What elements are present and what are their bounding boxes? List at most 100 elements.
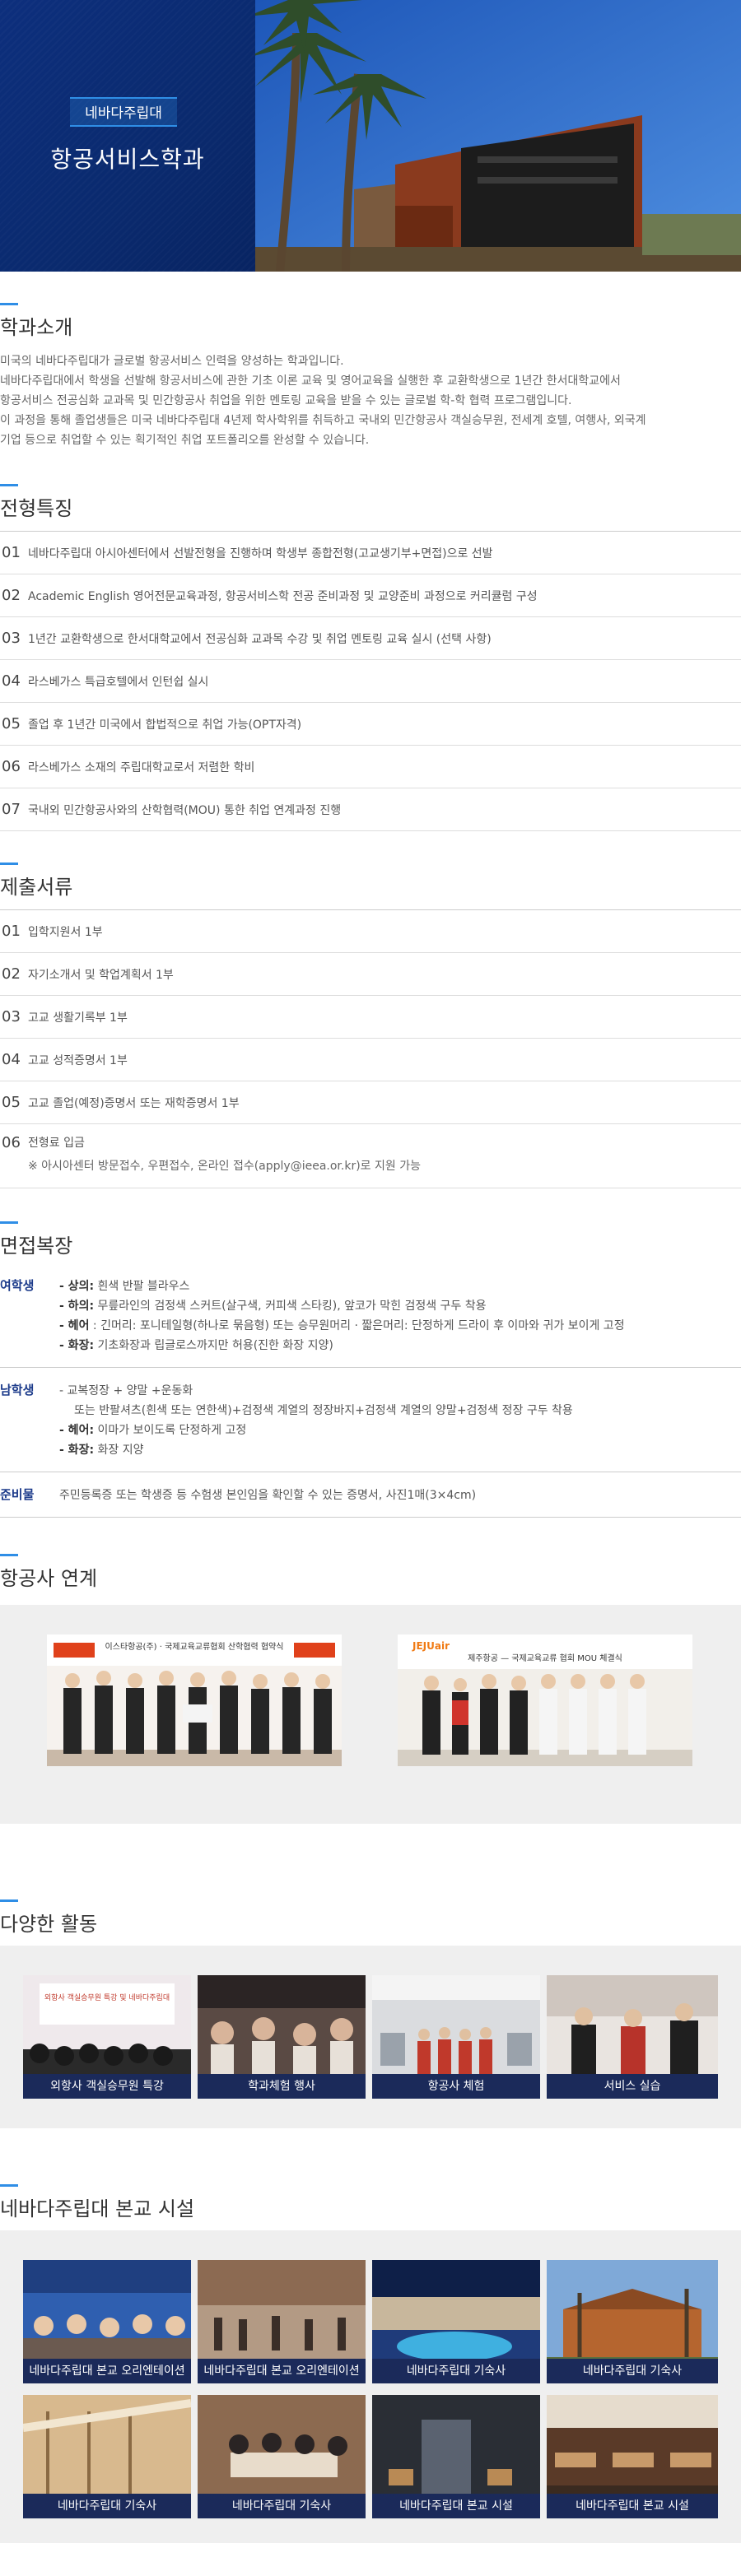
dress-line: - 교복정장 + 양말 +운동화 (59, 1384, 193, 1397)
dress-line: - 헤어 : 긴머리: 포니테일형(하나로 묶음형) 또는 승무원머리 · 짧은… (59, 1319, 625, 1332)
facility-card: 네바다주립대 기숙사 (23, 2395, 191, 2518)
activity-caption: 서비스 실습 (547, 2074, 718, 2099)
intro-section: 학과소개 미국의 네바다주립대가 글로벌 항공서비스 인력을 양성하는 학과입니… (0, 303, 741, 450)
intro-line: 항공서비스 전공심화 교과목 및 민간항공사 취업을 위한 멘토링 교육을 받을… (0, 394, 572, 407)
intro-title: 학과소개 (0, 316, 73, 339)
dress-line: 주민등록증 또는 학생증 등 수험생 본인임을 확인할 수 있는 증명서, 사진… (59, 1489, 477, 1502)
item-number: 03 (2, 1008, 21, 1025)
list-item: 01 입학지원서 1부 (0, 910, 741, 953)
item-number: 05 (2, 1094, 21, 1111)
features-heading: 전형특징 (0, 484, 741, 521)
item-text: 1년간 교환학생으로 한서대학교에서 전공심화 교과목 수강 및 취업 멘토링 … (28, 632, 492, 646)
intro-text: 미국의 네바다주립대가 글로벌 항공서비스 인력을 양성하는 학과입니다. 네바… (0, 351, 741, 450)
activity-card: 서비스 실습 (547, 1975, 718, 2099)
activity-caption: 항공사 체험 (372, 2074, 540, 2099)
list-item: 04 고교 성적증명서 1부 (0, 1039, 741, 1081)
documents-list: 01 입학지원서 1부 02 자기소개서 및 학업계획서 1부 03 고교 생활기록부… (0, 909, 741, 1188)
item-text: 입학지원서 1부 (28, 925, 103, 939)
facility-card: 네바다주립대 본교 시설 (547, 2395, 718, 2518)
item-number: 06 (2, 1134, 21, 1151)
airline-title: 항공사 연계 (0, 1567, 98, 1590)
dress-row-female: 여학생 - 상의: 흰색 반팔 블라우스 - 하의: 무릎라인의 검정색 스커트… (0, 1276, 741, 1368)
facility-card: 네바다주립대 기숙사 (372, 2260, 540, 2383)
intro-line: 미국의 네바다주립대가 글로벌 항공서비스 인력을 양성하는 학과입니다. (0, 355, 344, 368)
intro-line: 네바다주립대에서 학생을 선발해 항공서비스에 관한 기초 이론 교육 및 영어… (0, 374, 621, 388)
dress-label: 여학생 (0, 1278, 35, 1293)
item-note: ※ 아시아센터 방문접수, 우편접수, 온라인 접수(apply@ieea.or… (28, 1160, 421, 1173)
dress-section: 면접복장 여학생 - 상의: 흰색 반팔 블라우스 - 하의: 무릎라인의 검정… (0, 1221, 741, 1531)
list-item: 03 1년간 교환학생으로 한서대학교에서 전공심화 교과목 수강 및 취업 멘토… (0, 617, 741, 660)
list-item: 02 자기소개서 및 학업계획서 1부 (0, 953, 741, 996)
mou-banner-text: 제주항공 — 국제교육교류 협회 MOU 체결식 (468, 1653, 622, 1663)
activity-caption: 외항사 객실승무원 특강 (23, 2074, 191, 2099)
airline-heading: 항공사 연계 (0, 1554, 741, 1591)
mou-photo-eastar: 이스타항공(주) · 국제교육교류협회 산학협력 협약식 (47, 1634, 342, 1766)
documents-heading: 제출서류 (0, 863, 741, 900)
svg-text:외항사 객실승무원 특강 및 네바다주립대: 외항사 객실승무원 특강 및 네바다주립대 (44, 1992, 170, 2002)
hero-title-panel: 네바다주립대 항공서비스학과 (0, 0, 255, 272)
dress-line: - 하의: 무릎라인의 검정색 스커트(살구색, 커피색 스타킹), 앞코가 막… (59, 1300, 487, 1313)
facility-card: 네바다주립대 본교 오리엔테이션 (23, 2260, 191, 2383)
item-number: 06 (2, 758, 21, 775)
facility-card: 네바다주립대 기숙사 (547, 2260, 718, 2383)
hero-title: 항공서비스학과 (50, 146, 205, 173)
list-item: 03 고교 생활기록부 1부 (0, 996, 741, 1039)
dress-line: - 화장: 화장 지양 (59, 1444, 144, 1457)
dress-line: - 상의: 흰색 반팔 블라우스 (59, 1280, 190, 1293)
facility-caption: 네바다주립대 본교 오리엔테이션 (23, 2359, 191, 2383)
intro-line: 기업 등으로 취업할 수 있는 획기적인 취업 포트폴리오를 완성할 수 있습니… (0, 434, 370, 447)
documents-section: 제출서류 01 입학지원서 1부 02 자기소개서 및 학업계획서 1부 03 고교 … (0, 863, 741, 1188)
activities-title: 다양한 활동 (0, 1913, 98, 1936)
list-item: 01 네바다주립대 아시아센터에서 선발전형을 진행하며 학생부 종합전형(고교생… (0, 532, 741, 574)
intro-heading: 학과소개 (0, 303, 741, 340)
dress-row-male: 남학생 - 교복정장 + 양말 +운동화 또는 반팔셔츠(흰색 또는 연한색)+… (0, 1381, 741, 1472)
facility-caption: 네바다주립대 본교 시설 (547, 2494, 718, 2518)
campus-building-photo (255, 0, 741, 272)
item-text: 고교 생활기록부 1부 (28, 1011, 128, 1025)
item-text: 전형료 입금 (28, 1137, 85, 1150)
list-item: 04 라스베가스 특급호텔에서 인턴쉽 실시 (0, 660, 741, 703)
list-item: 07 국내외 민간항공사와의 산학협력(MOU) 통한 취업 연계과정 진행 (0, 788, 741, 831)
list-item: 02 Academic English 영어전문교육과정, 항공서비스학 전공 준… (0, 574, 741, 617)
mou-banner-text: 이스타항공(주) · 국제교육교류협회 산학협력 협약식 (105, 1641, 284, 1652)
facilities-heading: 네바다주립대 본교 시설 (0, 2184, 741, 2221)
item-text: 고교 졸업(예정)증명서 또는 재학증명서 1부 (28, 1096, 240, 1110)
item-number: 02 (2, 587, 21, 604)
item-number: 07 (2, 801, 21, 818)
facilities-section: 네바다주립대 본교 시설 (0, 2184, 741, 2221)
item-text: 네바다주립대 아시아센터에서 선발전형을 진행하며 학생부 종합전형(고교생기부… (28, 546, 493, 560)
features-list: 01 네바다주립대 아시아센터에서 선발전형을 진행하며 학생부 종합전형(고교생… (0, 531, 741, 831)
item-text: 국내외 민간항공사와의 산학협력(MOU) 통한 취업 연계과정 진행 (28, 803, 342, 817)
item-number: 04 (2, 672, 21, 690)
dress-title: 면접복장 (0, 1235, 73, 1258)
intro-line: 이 과정을 통해 졸업생들은 미국 네바다주립대 4년제 학사학위를 취득하고 … (0, 414, 646, 427)
dress-line: - 화장: 기초화장과 립글로스까지만 허용(진한 화장 지양) (59, 1339, 333, 1352)
item-number: 01 (2, 544, 21, 561)
dress-label: 남학생 (0, 1383, 35, 1397)
item-number: 05 (2, 715, 21, 732)
svg-text:JEJUair: JEJUair (412, 1640, 450, 1652)
item-text: 자기소개서 및 학업계획서 1부 (28, 968, 174, 982)
activity-card: 학과체험 행사 (198, 1975, 366, 2099)
list-item: 05 고교 졸업(예정)증명서 또는 재학증명서 1부 (0, 1081, 741, 1124)
page: 네바다주립대 항공서비스학과 학과소개 미국의 네바다주립대가 글로벌 항공서비… (0, 0, 741, 2576)
features-title: 전형특징 (0, 497, 73, 520)
airline-section: 항공사 연계 (0, 1554, 741, 1591)
dress-table: 여학생 - 상의: 흰색 반팔 블라우스 - 하의: 무릎라인의 검정색 스커트… (0, 1276, 741, 1518)
dress-line: - 헤어: 이마가 보이도록 단정하게 고정 (59, 1424, 247, 1437)
documents-title: 제출서류 (0, 876, 73, 899)
activities-section: 다양한 활동 (0, 1899, 741, 1937)
item-text: 졸업 후 1년간 미국에서 합법적으로 취업 가능(OPT자격) (28, 718, 302, 732)
dress-line: 또는 반팔셔츠(흰색 또는 연한색)+검정색 계열의 정장바지+검정색 계열의 … (74, 1404, 573, 1417)
airline-gallery: 이스타항공(주) · 국제교육교류협회 산학협력 협약식 JEJUair 제주항… (0, 1605, 741, 1824)
facility-caption: 네바다주립대 본교 오리엔테이션 (198, 2359, 366, 2383)
item-text: 라스베가스 특급호텔에서 인턴쉽 실시 (28, 675, 209, 689)
dress-heading: 면접복장 (0, 1221, 741, 1258)
facility-card: 네바다주립대 본교 오리엔테이션 (198, 2260, 366, 2383)
activity-card: 외항사 객실승무원 특강 및 네바다주립대 외항사 객실승무원 특강 (23, 1975, 191, 2099)
item-number: 02 (2, 965, 21, 983)
list-item: 06 전형료 입금 ※ 아시아센터 방문접수, 우편접수, 온라인 접수(apply… (0, 1124, 741, 1188)
dress-row-prep: 준비물 주민등록증 또는 학생증 등 수험생 본인임을 확인할 수 있는 증명서… (0, 1486, 741, 1518)
activity-card: 항공사 체험 (372, 1975, 540, 2099)
facilities-title: 네바다주립대 본교 시설 (0, 2197, 195, 2220)
